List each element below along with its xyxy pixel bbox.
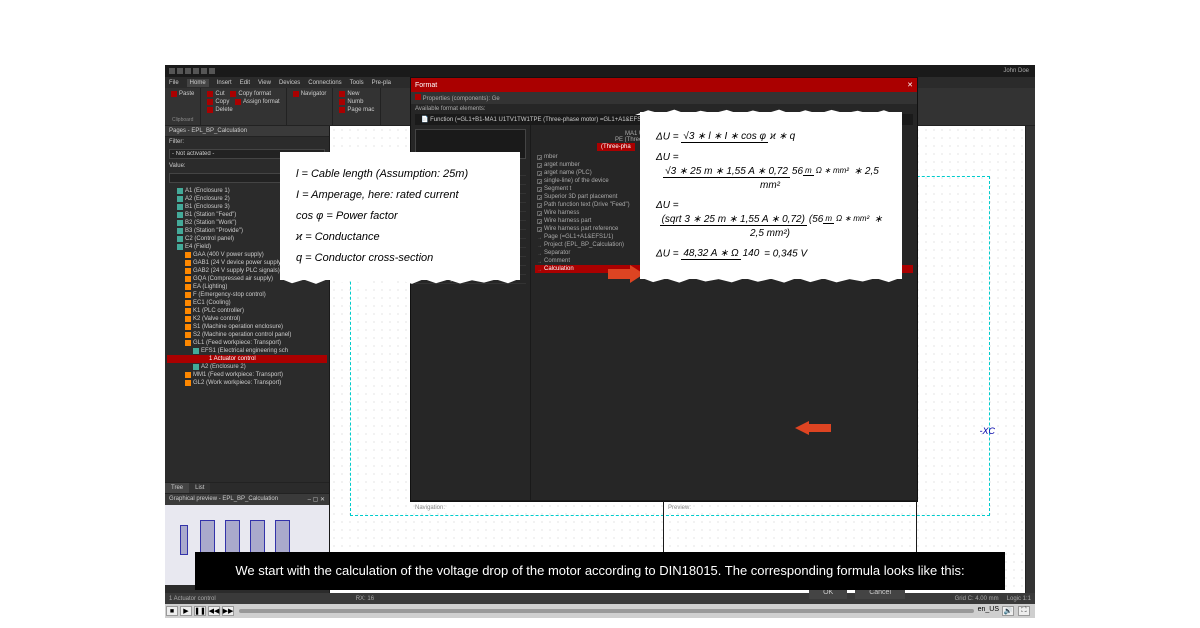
tree-item[interactable]: MM1 (Feed workpiece: Transport) (167, 371, 327, 379)
qa-icon[interactable] (201, 68, 207, 74)
ribbon-new: New Numb Page mac (333, 88, 381, 125)
dialog-title: Format (415, 82, 437, 89)
qa-icon[interactable] (169, 68, 175, 74)
progress-bar[interactable] (239, 609, 974, 613)
red-arrow-right (608, 265, 644, 283)
pagemacro-button[interactable]: Page mac (339, 106, 374, 114)
volume-button[interactable]: 🔊 (1002, 606, 1014, 616)
tree-item[interactable]: GL2 (Work workpiece: Transport) (167, 379, 327, 387)
note-definitions: l = Cable length (Assumption: 25m)I = Am… (280, 152, 520, 280)
menu-file[interactable]: File (169, 80, 179, 86)
tree-item[interactable]: S1 (Machine operation enclosure) (167, 323, 327, 331)
tab-tree[interactable]: Tree (165, 483, 189, 493)
status-rx: RX: 16 (356, 596, 374, 602)
copy-button[interactable]: Copy Assign format (207, 98, 279, 106)
qa-icon[interactable] (193, 68, 199, 74)
note-formulas: ΔU = √3 ∗ l ∗ I ∗ cos φϰ ∗ q ΔU = √3 ∗ 2… (640, 112, 902, 279)
pages-header: Pages - EPL_BP_Calculation (165, 126, 329, 137)
pause-button[interactable]: ❚❚ (194, 606, 206, 616)
lang-label: en_US (978, 606, 999, 616)
qa-icon[interactable] (177, 68, 183, 74)
qa-icon[interactable] (185, 68, 191, 74)
titlebar-quickaccess (169, 68, 215, 74)
menu-connections[interactable]: Connections (308, 80, 341, 86)
ribbon-group-label: Clipboard (171, 117, 194, 123)
tree-item[interactable]: 1 Actuator control (167, 355, 327, 363)
user-label: John Doe (1003, 68, 1031, 74)
copy-icon (207, 99, 213, 105)
menu-edit[interactable]: Edit (240, 80, 250, 86)
video-player-bar: ■ ▶ ❚❚ ◀◀ ▶▶ en_US 🔊 ⛶ (165, 604, 1035, 618)
preview-header: Graphical preview - EPL_BP_Calculation– … (165, 494, 329, 505)
ribbon-clipboard2: Cut Copy format Copy Assign format Delet… (201, 88, 286, 125)
cut-icon (207, 91, 213, 97)
application-window: John Doe File Home Insert Edit View Devices Co… (165, 65, 1035, 605)
titlebar: John Doe (165, 65, 1035, 77)
tree-item[interactable]: EFS1 (Electrical engineering sch (167, 347, 327, 355)
status-grid: Grid C: 4.00 mm (955, 596, 999, 602)
tab-list[interactable]: List (189, 483, 210, 493)
menu-devices[interactable]: Devices (279, 80, 300, 86)
new-button[interactable]: New (339, 90, 374, 98)
props-icon (415, 94, 421, 100)
tree-item[interactable]: S2 (Machine operation control panel) (167, 331, 327, 339)
red-arrow-left (795, 421, 831, 435)
tree-item[interactable]: K1 (PLC controller) (167, 307, 327, 315)
menu-view[interactable]: View (258, 80, 271, 86)
tree-item[interactable]: EA (Lighting) (167, 283, 327, 291)
numb-button[interactable]: Numb (339, 98, 374, 106)
assignformat-icon (235, 99, 241, 105)
filter-label: Filter: (165, 137, 329, 147)
tree-item[interactable]: GL1 (Feed workpiece: Transport) (167, 339, 327, 347)
cut-button[interactable]: Cut Copy format (207, 90, 279, 98)
stop-button[interactable]: ■ (166, 606, 178, 616)
paste-button[interactable]: Paste (171, 90, 194, 98)
numb-icon (339, 99, 345, 105)
navigator-icon (293, 91, 299, 97)
copyformat-icon (230, 91, 236, 97)
next-button[interactable]: ▶▶ (222, 606, 234, 616)
dialog-titlebar[interactable]: Format ✕ (411, 78, 917, 92)
paste-icon (171, 91, 177, 97)
menu-home[interactable]: Home (187, 79, 209, 87)
canvas-label: -XC (980, 426, 996, 436)
tree-item[interactable]: K2 (Valve control) (167, 315, 327, 323)
video-caption: We start with the calculation of the vol… (195, 552, 1005, 590)
right-sidebar[interactable] (1025, 126, 1035, 593)
play-button[interactable]: ▶ (180, 606, 192, 616)
tree-item[interactable]: F (Emergency-stop control) (167, 291, 327, 299)
menu-tools[interactable]: Tools (350, 80, 364, 86)
qa-icon[interactable] (209, 68, 215, 74)
navigator-button[interactable]: Navigator (293, 90, 327, 98)
delete-icon (207, 107, 213, 113)
prev-button[interactable]: ◀◀ (208, 606, 220, 616)
props-bar: Properties (components): Ge (411, 92, 917, 104)
menu-pre-pla[interactable]: Pre-pla (372, 80, 391, 86)
close-icon[interactable]: ✕ (907, 81, 913, 89)
tree-item[interactable]: EC1 (Cooling) (167, 299, 327, 307)
new-icon (339, 91, 345, 97)
menu-insert[interactable]: Insert (217, 80, 232, 86)
status-left: 1 Actuator control (169, 596, 216, 602)
status-logic: Logic 1:1 (1007, 596, 1031, 602)
fullscreen-button[interactable]: ⛶ (1018, 606, 1030, 616)
pagemacro-icon (339, 107, 345, 113)
tree-item[interactable]: A2 (Enclosure 2) (167, 363, 327, 371)
tree-tabs: Tree List (165, 482, 329, 493)
ribbon-clipboard: Paste Clipboard (165, 88, 201, 125)
delete-button[interactable]: Delete (207, 106, 279, 114)
ribbon-nav: Navigator (287, 88, 334, 125)
